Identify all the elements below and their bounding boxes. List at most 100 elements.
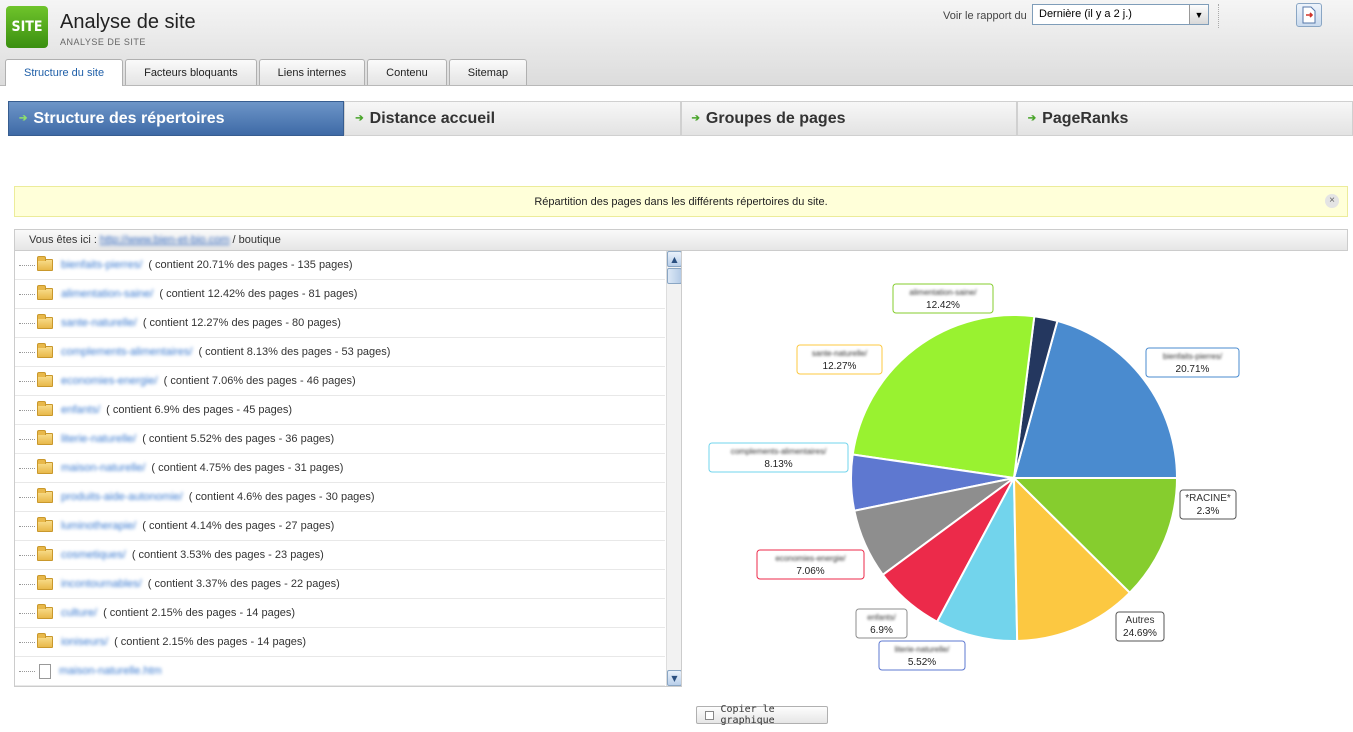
tree-row[interactable]: luminotherapie/ ( contient 4.14% des page… xyxy=(15,512,665,541)
folder-icon xyxy=(37,604,53,619)
tree-connector xyxy=(19,467,35,469)
copy-chart-button[interactable]: Copier le graphique xyxy=(696,704,828,726)
tree-item-description: ( contient 5.52% des pages - 36 pages) xyxy=(142,433,335,445)
breadcrumb-prefix: Vous êtes ici : xyxy=(29,234,97,246)
tree-connector xyxy=(19,496,35,498)
pie-label: *RACINE* 2.3% xyxy=(1179,489,1237,520)
tree-connector xyxy=(19,293,35,295)
folder-icon xyxy=(37,459,53,474)
arrow-right-icon: ➔ xyxy=(355,113,364,124)
tree-item-link[interactable]: enfants/ xyxy=(61,404,100,416)
folder-icon xyxy=(37,488,53,503)
tree-item-link[interactable]: sante-naturelle/ xyxy=(61,317,137,329)
tree-item-description: ( contient 4.6% des pages - 30 pages) xyxy=(188,491,375,503)
scroll-thumb[interactable] xyxy=(667,268,681,284)
pie-label: sante-naturelle/12.27% xyxy=(796,344,883,375)
pie-label-value: 24.69% xyxy=(1123,628,1157,639)
tree-item-link[interactable]: luminotherapie/ xyxy=(61,520,136,532)
subnav-label: Distance accueil xyxy=(369,109,496,127)
tree-item-description: ( contient 2.15% des pages - 14 pages) xyxy=(114,636,307,648)
tree-row[interactable]: economies-energie/ ( contient 7.06% des p… xyxy=(15,367,665,396)
report-select[interactable]: Dernière (il y a 2 j.) ▼ xyxy=(1032,4,1209,25)
subnav-structure-repertoires[interactable]: ➔ Structure des répertoires xyxy=(8,101,345,136)
tree-item-link[interactable]: incontournables/ xyxy=(61,578,142,590)
pie-slice[interactable] xyxy=(851,314,1036,480)
folder-icon xyxy=(37,372,53,387)
pie-label: alimentation-saine/12.42% xyxy=(892,283,994,314)
close-icon[interactable]: × xyxy=(1325,194,1339,208)
folder-icon xyxy=(37,546,53,561)
tree-scrollbar[interactable]: ▲ ▼ xyxy=(666,251,681,686)
scroll-up-icon[interactable]: ▲ xyxy=(667,251,681,267)
scroll-down-icon[interactable]: ▼ xyxy=(667,670,681,686)
arrow-right-icon: ➔ xyxy=(19,113,28,124)
chevron-down-icon[interactable]: ▼ xyxy=(1189,5,1208,24)
tree-item-link[interactable]: maison-naturelle.htm xyxy=(59,665,162,677)
tree-item-link[interactable]: bienfaits-pierres/ xyxy=(61,259,142,271)
tree-connector xyxy=(19,264,35,266)
tree-item-link[interactable]: alimentation-saine/ xyxy=(61,288,153,300)
tab-liens-internes[interactable]: Liens internes xyxy=(258,59,366,85)
tree-row[interactable]: maison-naturelle.htm xyxy=(15,657,665,686)
tree-item-link[interactable]: economies-energie/ xyxy=(61,375,158,387)
folder-icon xyxy=(37,343,53,358)
tree-item-description: ( contient 12.27% des pages - 80 pages) xyxy=(142,317,341,329)
pie-label: bienfaits-pierres/20.71% xyxy=(1145,347,1240,378)
tab-facteurs-bloquants[interactable]: Facteurs bloquants xyxy=(125,59,257,85)
pie-label: Autres 24.69% xyxy=(1115,611,1165,642)
tree-row[interactable]: culture/ ( contient 2.15% des pages - 14 … xyxy=(15,599,665,628)
subnav-pageranks[interactable]: ➔ PageRanks xyxy=(1016,101,1353,136)
arrow-right-icon: ➔ xyxy=(691,113,700,124)
pie-label-value: 12.42% xyxy=(926,300,960,311)
pie-label-value: 6.9% xyxy=(870,625,893,636)
tree-item-description: ( contient 6.9% des pages - 45 pages) xyxy=(106,404,293,416)
tab-sitemap[interactable]: Sitemap xyxy=(448,59,528,85)
tree-item-link[interactable]: culture/ xyxy=(61,607,97,619)
tab-contenu[interactable]: Contenu xyxy=(367,59,447,85)
report-select-value: Dernière (il y a 2 j.) xyxy=(1039,8,1132,20)
tree-item-link[interactable]: cosmetiques/ xyxy=(61,549,126,561)
sub-navigation: ➔ Structure des répertoires ➔ Distance acc… xyxy=(8,101,1353,136)
tree-row[interactable]: maison-naturelle/ ( contient 4.75% des pa… xyxy=(15,454,665,483)
tree-row[interactable]: alimentation-saine/ ( contient 12.42% des… xyxy=(15,280,665,309)
pie-label-value: 12.27% xyxy=(823,361,857,372)
tree-item-link[interactable]: literie-naturelle/ xyxy=(61,433,136,445)
tree-item-description: ( contient 8.13% des pages - 53 pages) xyxy=(198,346,391,358)
pie-label-name: enfants/ xyxy=(867,613,896,622)
pie-label-name: complements-alimentaires/ xyxy=(731,447,827,456)
app-header: SITE Analyse de site ANALYSE DE SITE Voi… xyxy=(0,0,1353,86)
tree-connector xyxy=(19,409,35,411)
tree-item-link[interactable]: produits-aide-autonomie/ xyxy=(61,491,183,503)
pie-label-value: 5.52% xyxy=(908,657,936,668)
tree-row[interactable]: cosmetiques/ ( contient 3.53% des pages -… xyxy=(15,541,665,570)
pie-label-value: 7.06% xyxy=(796,566,824,577)
export-button[interactable] xyxy=(1296,3,1322,27)
breadcrumb-link[interactable]: http://www.bien-et-bio.com xyxy=(100,234,230,246)
tree-row[interactable]: incontournables/ ( contient 3.37% des pag… xyxy=(15,570,665,599)
folder-icon xyxy=(37,314,53,329)
copy-icon xyxy=(705,710,714,720)
tree-item-link[interactable]: ioniseurs/ xyxy=(61,636,108,648)
tree-connector xyxy=(19,641,35,643)
tree-row[interactable]: literie-naturelle/ ( contient 5.52% des p… xyxy=(15,425,665,454)
subnav-distance-accueil[interactable]: ➔ Distance accueil xyxy=(344,101,681,136)
tree-row[interactable]: bienfaits-pierres/ ( contient 20.71% des … xyxy=(15,251,665,280)
site-logo: SITE xyxy=(6,6,48,48)
tab-structure-du-site[interactable]: Structure du site xyxy=(5,59,124,86)
tree-item-description: ( contient 4.14% des pages - 27 pages) xyxy=(142,520,335,532)
pie-label: complements-alimentaires/8.13% xyxy=(708,442,849,473)
tree-connector xyxy=(19,554,35,556)
tree-row[interactable]: sante-naturelle/ ( contient 12.27% des pa… xyxy=(15,309,665,338)
subnav-label: PageRanks xyxy=(1042,109,1129,127)
tree-row[interactable]: enfants/ ( contient 6.9% des pages - 45 p… xyxy=(15,396,665,425)
subnav-groupes-pages[interactable]: ➔ Groupes de pages xyxy=(680,101,1017,136)
app-title: Analyse de site xyxy=(60,11,196,33)
pie-label-value: 20.71% xyxy=(1176,364,1210,375)
tree-item-link[interactable]: maison-naturelle/ xyxy=(61,462,145,474)
tree-row[interactable]: produits-aide-autonomie/ ( contient 4.6% … xyxy=(15,483,665,512)
arrow-right-icon: ➔ xyxy=(1027,113,1037,124)
tree-row[interactable]: ioniseurs/ ( contient 2.15% des pages - 1… xyxy=(15,628,665,657)
tree-item-link[interactable]: complements-alimentaires/ xyxy=(61,346,192,358)
tree-row[interactable]: complements-alimentaires/ ( contient 8.13… xyxy=(15,338,665,367)
app-subtitle: ANALYSE DE SITE xyxy=(60,37,146,47)
